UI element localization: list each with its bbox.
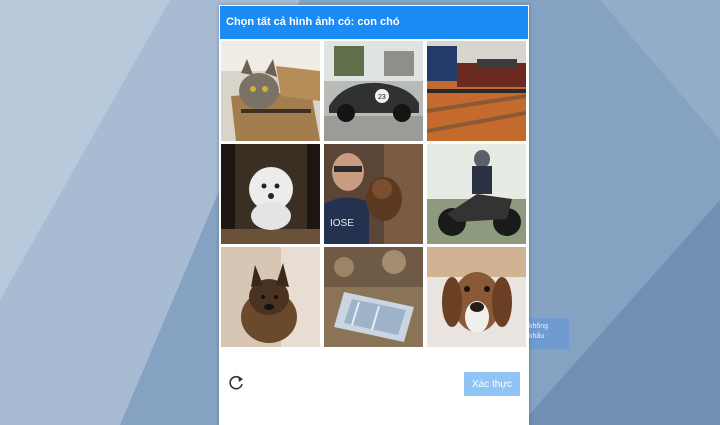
- dog-image: [427, 247, 526, 347]
- sports-car-image: 23: [324, 41, 423, 141]
- train-image: [427, 41, 526, 141]
- svg-text:23: 23: [378, 94, 386, 101]
- boat-image: [324, 247, 423, 347]
- tile-train[interactable]: [427, 41, 526, 141]
- tile-dog-puppy[interactable]: [221, 247, 320, 347]
- tile-motorcycle[interactable]: [427, 144, 526, 244]
- tile-sports-car[interactable]: 23: [324, 41, 423, 141]
- man-with-dog-image: IOSE: [324, 144, 423, 244]
- dog-image: [221, 144, 320, 244]
- svg-text:IOSE: IOSE: [330, 218, 354, 229]
- tile-boat[interactable]: [324, 247, 423, 347]
- side-badge: không khẩu: [524, 318, 569, 349]
- verify-button[interactable]: Xác thực: [464, 372, 520, 396]
- challenge-prompt: Chọn tất cả hình ảnh có: con chó: [220, 6, 528, 39]
- tile-man-with-dog[interactable]: IOSE: [324, 144, 423, 244]
- tile-dog-white[interactable]: [221, 144, 320, 244]
- reload-icon[interactable]: [227, 374, 245, 392]
- captcha-modal: Chọn tất cả hình ảnh có: con chó 23 IOSE…: [219, 5, 529, 425]
- dog-image: [221, 247, 320, 347]
- motorcycle-image: [427, 144, 526, 244]
- cat-in-box-image: [221, 41, 320, 141]
- tile-dog-hound[interactable]: [427, 247, 526, 347]
- tile-cat-in-box[interactable]: [221, 41, 320, 141]
